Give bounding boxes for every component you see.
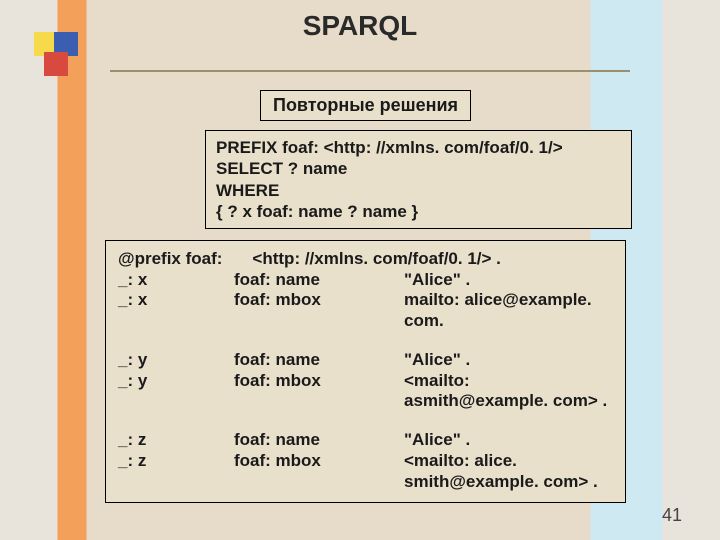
cell: _: x [118,270,234,291]
data-row: @prefix foaf: <http: //xmlns. com/foaf/0… [118,249,613,270]
cell: <mailto: alice. smith@example. com> . [404,451,613,492]
cell: mailto: alice@example. com. [404,290,613,331]
query-line: PREFIX foaf: <http: //xmlns. com/foaf/0.… [216,137,621,158]
query-line: WHERE [216,180,621,201]
data-row: _: z foaf: name "Alice" . [118,430,613,451]
cell: foaf: name [234,350,404,371]
row-gap [118,332,613,350]
cell: _: z [118,430,234,451]
data-row: _: z foaf: mbox <mailto: alice. smith@ex… [118,451,613,492]
cell: foaf: name [234,270,404,291]
cell: foaf: mbox [234,371,404,412]
data-row: _: y foaf: mbox <mailto: asmith@example.… [118,371,613,412]
cell: <http: //xmlns. com/foaf/0. 1/> . [252,249,613,270]
data-row: _: y foaf: name "Alice" . [118,350,613,371]
cell: _: y [118,371,234,412]
subtitle-box: Повторные решения [260,90,471,121]
title-underline [110,70,630,72]
cell: _: z [118,451,234,492]
query-line: { ? x foaf: name ? name } [216,201,621,222]
page-number: 41 [662,505,682,526]
row-gap [118,412,613,430]
cell: _: y [118,350,234,371]
slide: SPARQL Повторные решения PREFIX foaf: <h… [0,0,720,540]
cell: "Alice" . [404,270,613,291]
data-row: _: x foaf: mbox mailto: alice@example. c… [118,290,613,331]
cell: _: x [118,290,234,331]
sparql-query-box: PREFIX foaf: <http: //xmlns. com/foaf/0.… [205,130,632,229]
cell: foaf: name [234,430,404,451]
cell: "Alice" . [404,350,613,371]
logo-square-red [44,52,68,76]
slide-title: SPARQL [0,10,720,42]
cell: "Alice" . [404,430,613,451]
cell: foaf: mbox [234,451,404,492]
cell: <mailto: asmith@example. com> . [404,371,613,412]
cell: @prefix foaf: [118,249,252,270]
query-line: SELECT ? name [216,158,621,179]
data-row: _: x foaf: name "Alice" . [118,270,613,291]
rdf-data-box: @prefix foaf: <http: //xmlns. com/foaf/0… [105,240,626,503]
cell: foaf: mbox [234,290,404,331]
